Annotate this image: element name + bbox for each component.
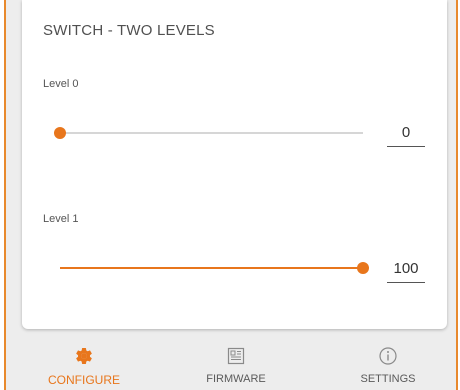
nav-configure[interactable]: CONFIGURE	[14, 336, 154, 390]
firmware-icon	[226, 346, 246, 366]
card-title: SWITCH - TWO LEVELS	[43, 22, 215, 39]
nav-configure-label: CONFIGURE	[48, 373, 120, 387]
nav-settings[interactable]: SETTINGS	[318, 336, 458, 390]
slider-track	[60, 132, 363, 134]
bottom-navigation: CONFIGURE FIRMWARE SETTINGS	[6, 336, 456, 390]
level-1-label: Level 1	[43, 213, 79, 225]
slider-thumb[interactable]	[54, 127, 66, 139]
nav-settings-label: SETTINGS	[360, 373, 416, 385]
level-0-slider[interactable]	[54, 123, 363, 143]
level-1-value-input[interactable]: 100	[387, 256, 425, 283]
level-0-label: Level 0	[43, 78, 79, 90]
nav-firmware[interactable]: FIRMWARE	[166, 336, 306, 390]
slider-fill	[60, 267, 363, 269]
nav-firmware-label: FIRMWARE	[206, 373, 266, 385]
level-0-value-input[interactable]: 0	[387, 120, 425, 147]
level-1-slider[interactable]	[60, 258, 369, 278]
gear-icon	[74, 346, 94, 366]
switch-card: SWITCH - TWO LEVELS Level 0 0 Level 1 10…	[22, 0, 447, 329]
slider-thumb[interactable]	[357, 262, 369, 274]
info-icon	[378, 346, 398, 366]
